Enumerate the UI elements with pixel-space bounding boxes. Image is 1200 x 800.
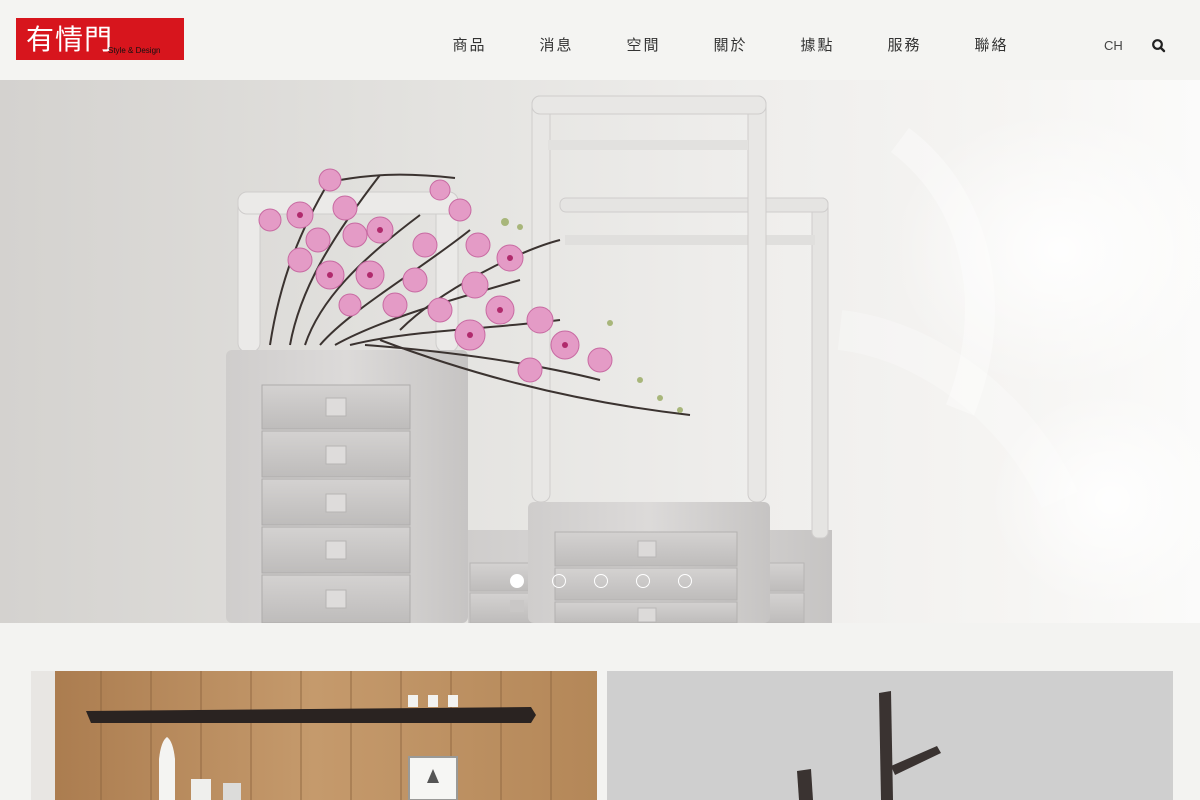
slider-dot-4[interactable] [636,574,650,588]
nav-item-products[interactable]: 商品 [426,34,513,58]
slider-dot-5[interactable] [678,574,692,588]
search-icon[interactable] [1150,37,1168,55]
language-switch[interactable]: CH [1104,37,1123,55]
slider-dot-2[interactable] [552,574,566,588]
brand-logo[interactable]: 有情門 Style & Design [16,18,184,60]
nav-item-locations[interactable]: 據點 [774,34,861,58]
logo-tagline: Style & Design [108,46,161,55]
hero-slider[interactable] [0,80,1200,623]
shelf-photo [31,671,597,800]
hero-image [226,95,1200,623]
site-header: 有情門 Style & Design 商品 消息 空間 關於 據點 服務 聯絡 … [0,0,1200,80]
nav-item-news[interactable]: 消息 [513,34,600,58]
coat-rack-photo [607,671,1173,800]
nav-item-about[interactable]: 關於 [687,34,774,58]
slider-pagination [510,574,720,588]
nav-item-contact[interactable]: 聯絡 [948,34,1035,58]
nav-item-services[interactable]: 服務 [861,34,948,58]
slider-dot-3[interactable] [594,574,608,588]
main-nav: 商品 消息 空間 關於 據點 服務 聯絡 [426,34,1035,58]
logo-text: 有情門 [26,23,114,56]
nav-item-spaces[interactable]: 空間 [600,34,687,58]
feature-tile-coat-rack[interactable] [607,671,1173,800]
feature-tile-shelf[interactable] [31,671,597,800]
slider-dot-1[interactable] [510,574,524,588]
